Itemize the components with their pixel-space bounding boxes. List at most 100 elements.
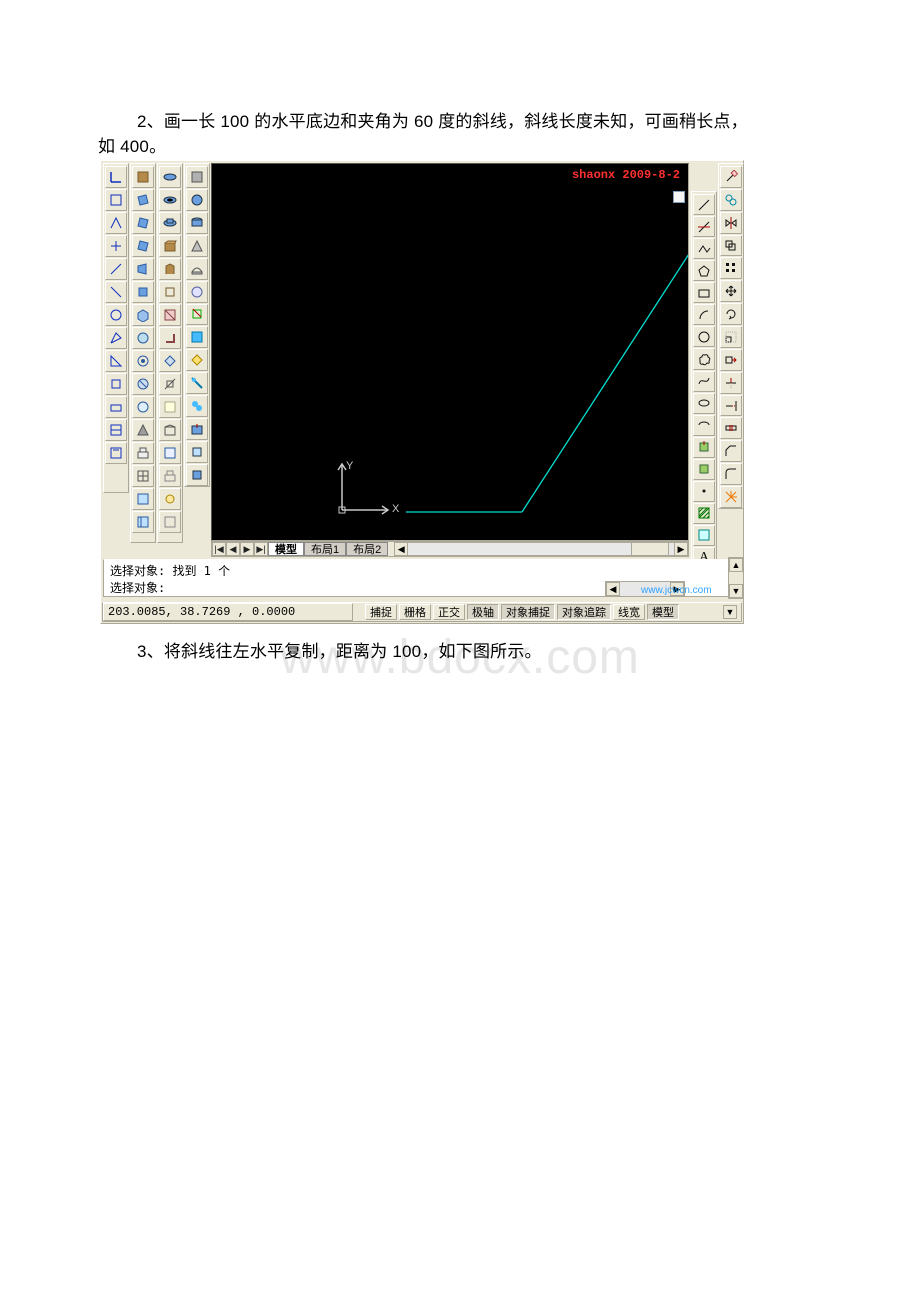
drawing-viewport[interactable]: shaonx 2009-8-2 Y X bbox=[211, 163, 689, 541]
scroll-up-icon[interactable]: ▲ bbox=[729, 558, 743, 572]
ellipse-arc-tool-icon[interactable] bbox=[693, 415, 715, 436]
ucs-tool-icon[interactable] bbox=[105, 258, 127, 280]
solid-tool-icon[interactable] bbox=[159, 465, 181, 487]
render-tool-icon[interactable] bbox=[186, 441, 208, 463]
view-tool-icon[interactable] bbox=[132, 304, 154, 326]
region-tool-icon[interactable] bbox=[693, 525, 715, 546]
stretch-tool-icon[interactable] bbox=[720, 349, 742, 371]
tab-nav-last-icon[interactable]: ▶| bbox=[254, 542, 268, 556]
scale-tool-icon[interactable] bbox=[720, 326, 742, 348]
render-tool-icon[interactable] bbox=[186, 349, 208, 371]
erase-tool-icon[interactable] bbox=[720, 166, 742, 188]
view-tool-icon[interactable] bbox=[132, 281, 154, 303]
render-tool-icon[interactable] bbox=[186, 189, 208, 211]
scroll-left-icon[interactable]: ◀ bbox=[394, 542, 408, 556]
view-tool-icon[interactable] bbox=[132, 235, 154, 257]
extend-tool-icon[interactable] bbox=[720, 395, 742, 417]
ellipse-tool-icon[interactable] bbox=[693, 393, 715, 414]
render-tool-icon[interactable] bbox=[186, 258, 208, 280]
polygon-tool-icon[interactable] bbox=[693, 260, 715, 281]
ortho-toggle[interactable]: 正交 bbox=[433, 604, 465, 620]
solid-tool-icon[interactable] bbox=[159, 396, 181, 418]
layout1-tab[interactable]: 布局1 bbox=[304, 542, 346, 556]
view-tool-icon[interactable] bbox=[132, 373, 154, 395]
array-tool-icon[interactable] bbox=[720, 257, 742, 279]
hatch-tool-icon[interactable] bbox=[693, 503, 715, 524]
modelspace-toggle[interactable]: 模型 bbox=[647, 604, 679, 620]
view-tool-icon[interactable] bbox=[132, 396, 154, 418]
ucs-tool-icon[interactable] bbox=[105, 396, 127, 418]
osnap-toggle[interactable]: 对象捕捉 bbox=[501, 604, 555, 620]
solid-tool-icon[interactable] bbox=[159, 350, 181, 372]
rotate-tool-icon[interactable] bbox=[720, 303, 742, 325]
view-tool-icon[interactable] bbox=[132, 350, 154, 372]
scroll-right-icon[interactable]: ▶ bbox=[674, 542, 688, 556]
explode-tool-icon[interactable] bbox=[720, 486, 742, 508]
view-tool-icon[interactable] bbox=[132, 511, 154, 533]
grid-toggle[interactable]: 栅格 bbox=[399, 604, 431, 620]
scroll-left-icon[interactable]: ◀ bbox=[606, 582, 620, 596]
ucs-tool-icon[interactable] bbox=[105, 166, 127, 188]
ucs-tool-icon[interactable] bbox=[105, 235, 127, 257]
render-tool-icon[interactable] bbox=[186, 418, 208, 440]
solid-tool-icon[interactable] bbox=[159, 304, 181, 326]
view-tool-icon[interactable] bbox=[132, 327, 154, 349]
tab-nav-first-icon[interactable]: |◀ bbox=[212, 542, 226, 556]
lineweight-toggle[interactable]: 线宽 bbox=[613, 604, 645, 620]
view-tool-icon[interactable] bbox=[132, 258, 154, 280]
panel-collapse-icon[interactable] bbox=[673, 191, 685, 203]
tab-nav-prev-icon[interactable]: ◀ bbox=[226, 542, 240, 556]
solid-tool-icon[interactable] bbox=[159, 511, 181, 533]
ucs-tool-icon[interactable] bbox=[105, 442, 127, 464]
render-tool-icon[interactable] bbox=[186, 304, 208, 326]
snap-toggle[interactable]: 捕捉 bbox=[365, 604, 397, 620]
viewport-hscrollbar[interactable]: ◀ ▶ bbox=[394, 542, 688, 556]
render-tool-icon[interactable] bbox=[186, 326, 208, 348]
solid-tool-icon[interactable] bbox=[159, 488, 181, 510]
render-tool-icon[interactable] bbox=[186, 372, 208, 394]
solid-tool-icon[interactable] bbox=[159, 281, 181, 303]
scroll-thumb[interactable] bbox=[631, 542, 669, 556]
tab-nav-next-icon[interactable]: ▶ bbox=[240, 542, 254, 556]
rectangle-tool-icon[interactable] bbox=[693, 282, 715, 303]
otrack-toggle[interactable]: 对象追踪 bbox=[557, 604, 611, 620]
ucs-tool-icon[interactable] bbox=[105, 281, 127, 303]
solid-tool-icon[interactable] bbox=[159, 373, 181, 395]
break-tool-icon[interactable] bbox=[720, 417, 742, 439]
render-tool-icon[interactable] bbox=[186, 212, 208, 234]
circle-tool-icon[interactable] bbox=[693, 326, 715, 347]
polar-toggle[interactable]: 极轴 bbox=[467, 604, 499, 620]
view-tool-icon[interactable] bbox=[132, 419, 154, 441]
line-tool-icon[interactable] bbox=[693, 194, 715, 215]
view-tool-icon[interactable] bbox=[132, 189, 154, 211]
ucs-tool-icon[interactable] bbox=[105, 304, 127, 326]
trim-tool-icon[interactable] bbox=[720, 372, 742, 394]
render-tool-icon[interactable] bbox=[186, 281, 208, 303]
layout2-tab[interactable]: 布局2 bbox=[346, 542, 388, 556]
revcloud-tool-icon[interactable] bbox=[693, 348, 715, 369]
mirror-tool-icon[interactable] bbox=[720, 212, 742, 234]
render-tool-icon[interactable] bbox=[186, 395, 208, 417]
ucs-tool-icon[interactable] bbox=[105, 350, 127, 372]
scroll-down-icon[interactable]: ▼ bbox=[729, 584, 743, 598]
point-tool-icon[interactable] bbox=[693, 481, 715, 502]
solid-tool-icon[interactable] bbox=[159, 258, 181, 280]
ucs-tool-icon[interactable] bbox=[105, 419, 127, 441]
view-tool-icon[interactable] bbox=[132, 442, 154, 464]
ucs-tool-icon[interactable] bbox=[105, 212, 127, 234]
status-expand-icon[interactable]: ▼ bbox=[723, 605, 737, 619]
make-block-tool-icon[interactable] bbox=[693, 459, 715, 480]
model-tab[interactable]: 模型 bbox=[268, 542, 304, 556]
ucs-tool-icon[interactable] bbox=[105, 327, 127, 349]
move-tool-icon[interactable] bbox=[720, 280, 742, 302]
spline-tool-icon[interactable] bbox=[693, 371, 715, 392]
view-tool-icon[interactable] bbox=[132, 488, 154, 510]
view-tool-icon[interactable] bbox=[132, 212, 154, 234]
solid-tool-icon[interactable] bbox=[159, 442, 181, 464]
render-tool-icon[interactable] bbox=[186, 166, 208, 188]
solid-tool-icon[interactable] bbox=[159, 189, 181, 211]
solid-tool-icon[interactable] bbox=[159, 166, 181, 188]
copy-tool-icon[interactable] bbox=[720, 189, 742, 211]
render-tool-icon[interactable] bbox=[186, 235, 208, 257]
view-tool-icon[interactable] bbox=[132, 166, 154, 188]
